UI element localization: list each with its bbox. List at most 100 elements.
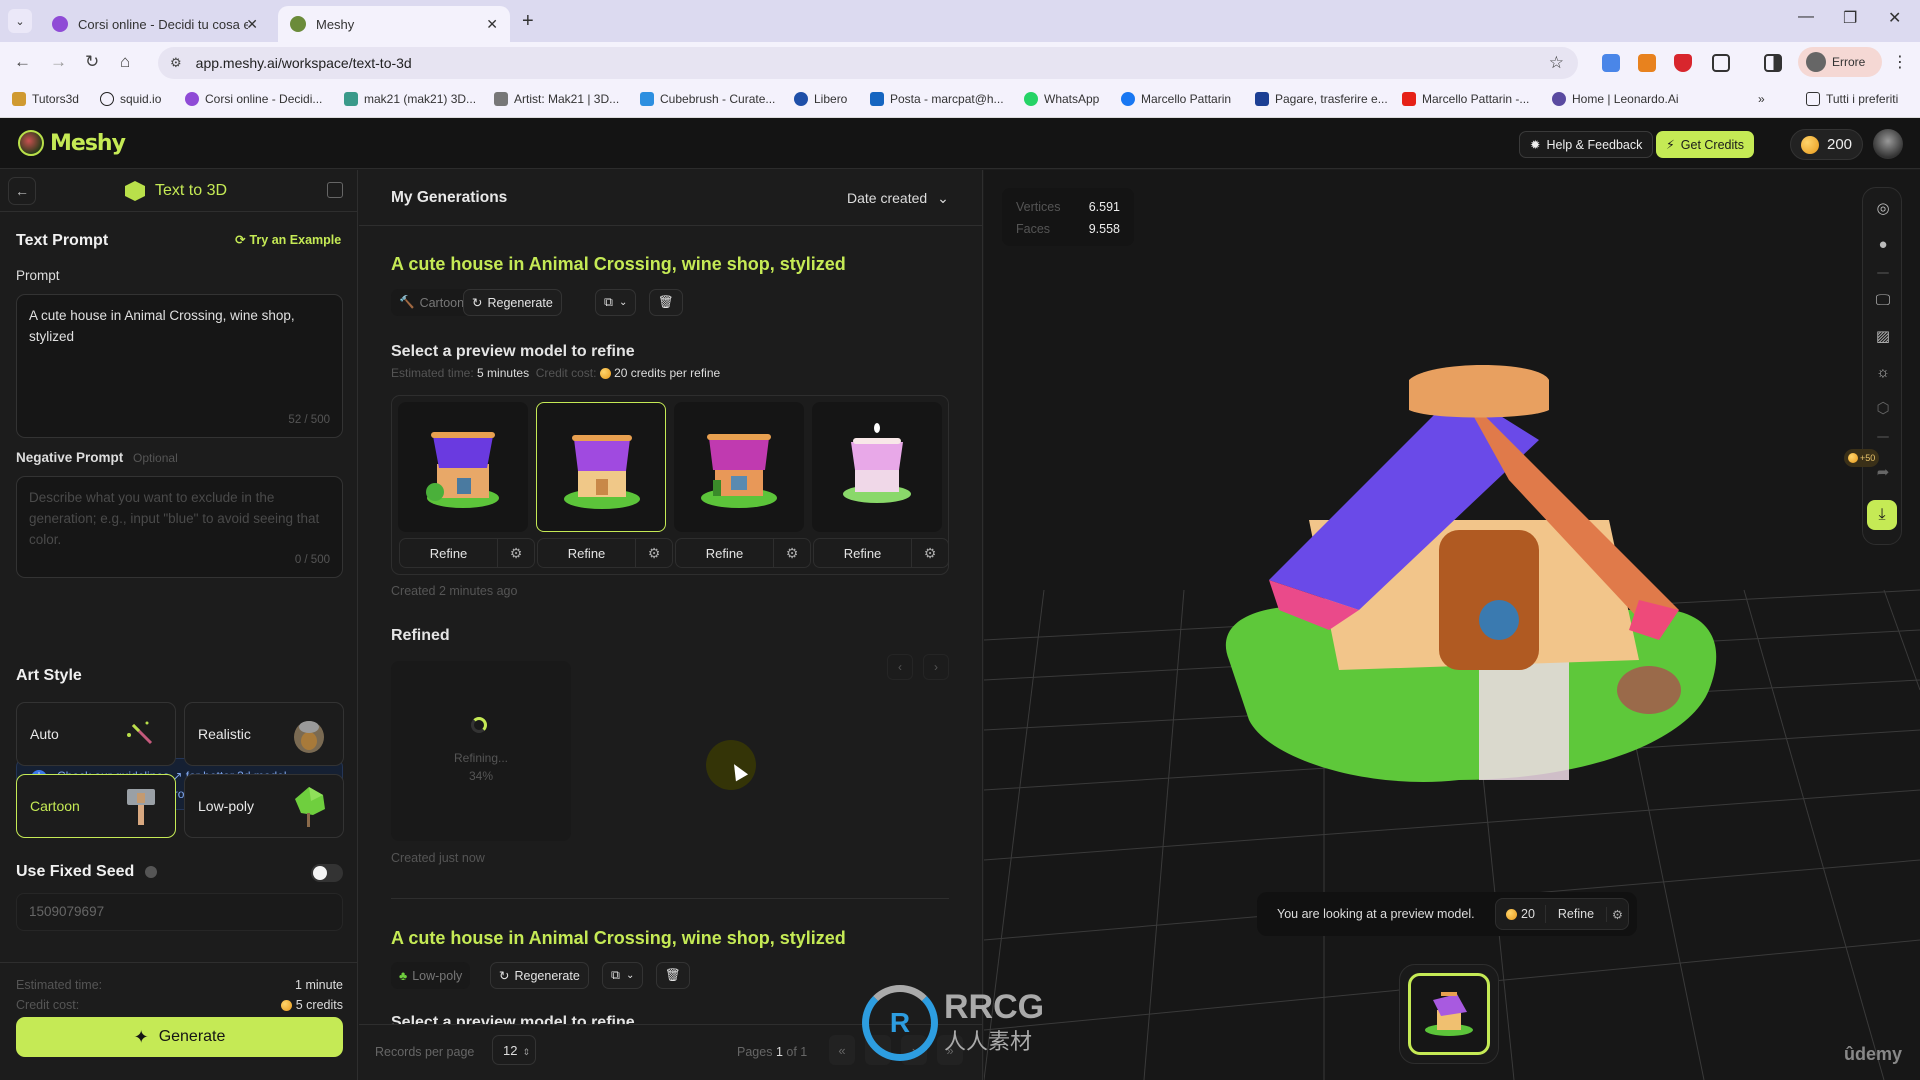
bookmark-item[interactable]: mak21 (mak21) 3D... [344,92,476,106]
bookmark-item[interactable]: WhatsApp [1024,92,1099,106]
3d-viewer[interactable]: Vertices 6.591 Faces 9.558 ◎ ● 🖵 ▨ ☼ ⬡ ➦ ⤓… [984,170,1920,1080]
preview-model-4[interactable] [812,402,942,532]
metamask-extension-icon[interactable] [1638,54,1656,72]
delete-button[interactable]: 🗑 [656,962,690,989]
double-chevron-left-icon: « [838,1042,846,1058]
browser-tab-meshy[interactable]: Meshy ✕ [278,6,510,42]
records-per-page-value: 12 [503,1043,518,1058]
refine-button[interactable]: Refine [814,539,912,567]
browser-tab-corsi[interactable]: Corsi online - Decidi tu cosa e c ✕ [40,6,270,42]
collapse-panel-icon[interactable] [327,182,343,198]
restore-button[interactable]: ❐ [1843,8,1857,28]
bookmark-item[interactable]: Marcello Pattarin [1121,92,1231,106]
art-style-low-poly[interactable]: Low-poly [184,774,344,838]
copy-dropdown-button[interactable]: ⧉ ⌄ [595,289,637,316]
panel-title: Text to 3D [125,181,227,201]
wireframe-sphere-icon[interactable]: ◎ [1874,200,1892,218]
bookmark-item[interactable]: Tutors3d [12,92,79,106]
bookmark-star-icon[interactable]: ☆ [1549,53,1564,73]
refine-button[interactable]: Refine [676,539,774,567]
refined-model-card[interactable]: Refining... 34% [391,661,571,841]
shield-extension-icon[interactable] [1674,54,1692,72]
prompt-textarea[interactable]: A cute house in Animal Crossing, wine sh… [16,294,343,438]
user-avatar[interactable] [1873,129,1903,159]
back-icon[interactable]: ← [14,52,31,72]
matcap-sphere-icon[interactable]: ● [1874,236,1892,254]
records-per-page-select[interactable]: 12 ⇕ [492,1035,536,1065]
sort-dropdown[interactable]: Date created ⌄ [847,190,949,207]
back-button[interactable]: ← [8,177,36,205]
monitor-icon[interactable]: 🖵 [1874,292,1892,310]
share-icon[interactable]: ➦ [1874,464,1892,482]
bookmark-item[interactable]: squid.io [100,92,161,106]
new-tab-button[interactable]: + [522,10,534,33]
close-tab-icon[interactable]: ✕ [246,16,258,33]
reload-icon[interactable]: ↻ [85,52,99,72]
address-bar[interactable]: ⚙ app.meshy.ai/workspace/text-to-3d ☆ [158,47,1578,79]
extensions-puzzle-icon[interactable] [1712,54,1730,72]
bookmark-item[interactable]: Pagare, trasferire e... [1255,92,1388,106]
first-page-button[interactable]: « [829,1035,855,1065]
art-style-cartoon[interactable]: Cartoon [16,774,176,838]
close-tab-icon[interactable]: ✕ [486,16,498,33]
refine-settings-gear-icon[interactable]: ⚙ [774,539,810,567]
tab-title: Corsi online - Decidi tu cosa e c [78,16,248,32]
refining-progress: 34% [468,769,494,783]
chevron-down-icon: ⌄ [618,297,628,308]
browser-menu-icon[interactable]: ⋮ [1892,52,1908,72]
copy-dropdown-button[interactable]: ⧉ ⌄ [602,962,644,989]
download-button[interactable]: ⤓ [1867,500,1897,530]
art-style-auto[interactable]: Auto [16,702,176,766]
url-text[interactable]: app.meshy.ai/workspace/text-to-3d [196,55,412,71]
lighting-sun-icon[interactable]: ☼ [1874,364,1892,382]
site-info-icon[interactable]: ⚙ [170,55,182,71]
refined-next-button[interactable]: › [923,654,949,680]
forward-icon[interactable]: → [50,52,67,72]
all-bookmarks-folder[interactable]: Tutti i preferiti [1806,92,1898,106]
banner-refine-button[interactable]: Refine [1546,907,1606,921]
credits-balance[interactable]: 200 [1790,129,1864,160]
refine-settings-gear-icon[interactable]: ⚙ [912,539,948,567]
side-panel-icon[interactable] [1764,54,1782,72]
delete-button[interactable]: 🗑 [649,289,683,316]
bookmark-item[interactable]: Marcello Pattarin -... [1402,92,1529,106]
refine-button[interactable]: Refine [400,539,498,567]
negative-prompt-textarea[interactable]: Describe what you want to exclude in the… [16,476,343,578]
home-icon[interactable]: ⌂ [120,52,130,72]
selected-model-thumbnail[interactable] [1408,973,1490,1055]
refine-settings-gear-icon[interactable]: ⚙ [498,539,534,567]
bookmark-item[interactable]: Libero [794,92,847,106]
art-style-realistic[interactable]: Realistic [184,702,344,766]
bookmark-item[interactable]: Artist: Mak21 | 3D... [494,92,619,106]
try-example-button[interactable]: ⟳ Try an Example [235,232,341,247]
refine-settings-gear-icon[interactable]: ⚙ [636,539,672,567]
refined-prev-button[interactable]: ‹ [887,654,913,680]
texture-stripes-icon[interactable]: ▨ [1874,328,1892,346]
bookmark-item[interactable]: Posta - marcpat@h... [870,92,1004,106]
refine-button[interactable]: Refine [538,539,636,567]
refine-settings-gear-icon[interactable]: ⚙ [1606,906,1628,922]
regenerate-button[interactable]: ↻ Regenerate [490,962,589,989]
mesh-icon[interactable]: ⬡ [1874,400,1892,418]
credit-cost-text: 5 credits [295,998,343,1012]
fixed-seed-toggle[interactable] [311,864,343,882]
bookmark-item[interactable]: Cubebrush - Curate... [640,92,775,106]
close-window-button[interactable]: ✕ [1888,8,1901,28]
preview-model-3[interactable] [674,402,804,532]
bookmark-item[interactable]: Corsi online - Decidi... [185,92,322,106]
get-credits-button[interactable]: ⚡ Get Credits [1656,131,1754,158]
model-thumbnail-selector[interactable] [1399,964,1499,1064]
tab-search-button[interactable]: ⌄ [8,9,32,33]
bookmarks-overflow-button[interactable]: » [1758,92,1765,106]
bookmark-item[interactable]: Home | Leonardo.Ai [1552,92,1679,106]
preview-model-1[interactable] [398,402,528,532]
preview-model-2[interactable] [536,402,666,532]
regenerate-button[interactable]: ↻ Regenerate [463,289,562,316]
profile-button[interactable]: Errore [1798,47,1882,77]
meshy-logo[interactable]: Meshy [18,130,126,156]
generate-button[interactable]: ✦ Generate [16,1017,343,1057]
translate-extension-icon[interactable] [1602,54,1620,72]
minimize-button[interactable]: — [1798,8,1814,26]
help-feedback-button[interactable]: ✹ Help & Feedback [1519,131,1654,158]
seed-input[interactable]: 1509079697 [16,893,343,931]
